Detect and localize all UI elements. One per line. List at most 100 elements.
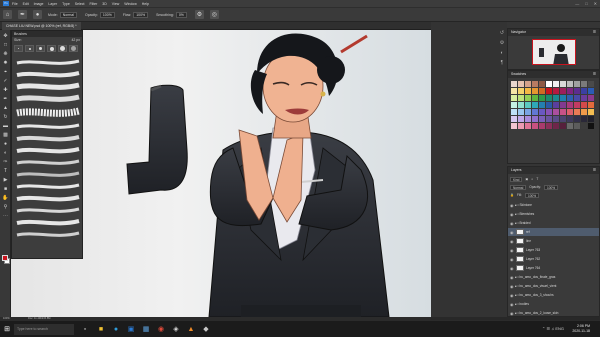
color-swatch[interactable]: [511, 87, 518, 95]
brush-tip-preset[interactable]: [36, 45, 45, 52]
filter-pixel-icon[interactable]: ▣: [525, 177, 528, 181]
color-swatch[interactable]: [566, 115, 574, 123]
visibility-eye-icon[interactable]: ◉: [510, 248, 515, 253]
color-swatch[interactable]: [573, 101, 581, 109]
history-brush-icon[interactable]: ↻: [2, 113, 9, 120]
flow-input[interactable]: 100%: [133, 11, 149, 18]
brush-stroke-previews[interactable]: [15, 55, 81, 245]
properties-panel-icon[interactable]: ⚙: [499, 40, 505, 46]
color-swatch[interactable]: [538, 87, 546, 95]
color-swatch[interactable]: [566, 122, 574, 130]
color-swatch[interactable]: [531, 94, 539, 102]
color-swatch[interactable]: [559, 115, 567, 123]
color-swatch[interactable]: [545, 81, 553, 88]
maximize-icon[interactable]: □: [585, 1, 587, 6]
color-swatch[interactable]: [559, 94, 567, 102]
color-swatch[interactable]: [511, 122, 518, 130]
color-swatch[interactable]: [552, 108, 560, 116]
color-swatch[interactable]: [511, 101, 518, 109]
color-swatch[interactable]: [566, 94, 574, 102]
color-swatch[interactable]: [538, 115, 546, 123]
lock-icon[interactable]: 🔒: [510, 193, 514, 197]
layer-row[interactable]: ◉ ▸□ Blemishes: [508, 210, 599, 218]
color-swatch[interactable]: [531, 87, 539, 95]
visibility-eye-icon[interactable]: ◉: [510, 257, 515, 262]
visibility-eye-icon[interactable]: ◉: [510, 230, 515, 235]
chrome-icon[interactable]: ◉: [156, 324, 166, 334]
edge-browser-icon[interactable]: ●: [111, 324, 121, 334]
color-swatch[interactable]: [517, 122, 525, 130]
menu-window[interactable]: Window: [124, 2, 136, 6]
layer-row[interactable]: ◉ ▸□ Skintone: [508, 201, 599, 209]
color-swatch[interactable]: [517, 87, 525, 95]
smoothing-input[interactable]: 0%: [175, 11, 187, 18]
layer-blend-mode[interactable]: Normal: [510, 184, 527, 190]
home-icon[interactable]: ⌂: [3, 10, 12, 19]
folder-icon[interactable]: ▸□: [515, 275, 519, 279]
color-swatch[interactable]: [545, 115, 553, 123]
color-swatch[interactable]: [552, 101, 560, 109]
history-panel-icon[interactable]: ↺: [499, 30, 505, 36]
color-swatch[interactable]: [587, 87, 595, 95]
shape-tool-icon[interactable]: ■: [2, 185, 9, 192]
windows-start-icon[interactable]: ⊞: [2, 324, 12, 334]
color-swatch[interactable]: [531, 115, 539, 123]
color-swatch[interactable]: [538, 81, 546, 88]
menu-select[interactable]: Select: [75, 2, 85, 6]
color-swatch[interactable]: [517, 94, 525, 102]
color-swatch[interactable]: [545, 122, 553, 130]
menu-type[interactable]: Type: [62, 2, 70, 6]
color-swatch[interactable]: [573, 108, 581, 116]
layer-kind-filter[interactable]: Kind: [510, 176, 523, 182]
language-indicator[interactable]: ENG: [555, 326, 564, 331]
color-swatch[interactable]: [538, 108, 546, 116]
color-swatch[interactable]: [573, 94, 581, 102]
color-swatch[interactable]: [559, 81, 567, 88]
more-tools-icon[interactable]: ⋯: [2, 212, 9, 219]
color-swatch[interactable]: [517, 81, 525, 88]
menu-3d[interactable]: 3D: [102, 2, 106, 6]
folder-icon[interactable]: ▸□: [515, 212, 519, 216]
color-swatch[interactable]: [517, 101, 525, 109]
layer-opacity-input[interactable]: 100%: [543, 184, 559, 190]
color-swatch[interactable]: [538, 101, 546, 109]
color-swatch[interactable]: [573, 87, 581, 95]
color-swatch[interactable]: [566, 87, 574, 95]
menu-filter[interactable]: Filter: [90, 2, 98, 6]
layer-row[interactable]: ◉ Layer 763: [508, 246, 599, 254]
dodge-tool-icon[interactable]: ◐: [2, 149, 9, 156]
panel-menu-icon[interactable]: ☰: [593, 167, 596, 174]
taskbar-clock[interactable]: 2:06 PM 2020-11-18: [572, 324, 590, 334]
menu-image[interactable]: Image: [34, 2, 44, 6]
color-swatch[interactable]: [531, 101, 539, 109]
visibility-eye-icon[interactable]: ◉: [510, 266, 515, 271]
brush-preset-picker-icon[interactable]: ●: [33, 10, 42, 19]
color-swatch[interactable]: [580, 81, 588, 88]
color-swatch[interactable]: [524, 101, 532, 109]
menu-file[interactable]: File: [12, 2, 18, 6]
color-swatch[interactable]: [580, 101, 588, 109]
color-swatch[interactable]: [538, 122, 546, 130]
panel-menu-icon[interactable]: ☰: [593, 71, 596, 78]
color-swatch[interactable]: [511, 108, 518, 116]
layer-row[interactable]: ◉ ▸□ bodies: [508, 300, 599, 308]
color-swatch[interactable]: [524, 87, 532, 95]
network-icon[interactable]: ☰: [546, 326, 550, 331]
blur-tool-icon[interactable]: ●: [2, 140, 9, 147]
color-swatch[interactable]: [587, 101, 595, 109]
color-swatch[interactable]: [531, 122, 539, 130]
app-icon[interactable]: ▲: [186, 324, 196, 334]
lasso-tool-icon[interactable]: ❋: [2, 50, 9, 57]
eyedropper-tool-icon[interactable]: ✓: [2, 77, 9, 84]
color-swatch[interactable]: [524, 81, 532, 88]
panel-menu-icon[interactable]: ☰: [593, 29, 596, 36]
color-swatch[interactable]: [517, 115, 525, 123]
pen-tool-icon[interactable]: ✑: [2, 158, 9, 165]
color-swatch[interactable]: [524, 108, 532, 116]
layer-row[interactable]: ◉ Layer 764: [508, 264, 599, 272]
healing-tool-icon[interactable]: ✚: [2, 86, 9, 93]
path-select-tool-icon[interactable]: ▶: [2, 176, 9, 183]
color-swatch[interactable]: [552, 81, 560, 88]
folder-icon[interactable]: ▸□: [515, 284, 519, 288]
foreground-color-swatch[interactable]: [2, 255, 8, 261]
